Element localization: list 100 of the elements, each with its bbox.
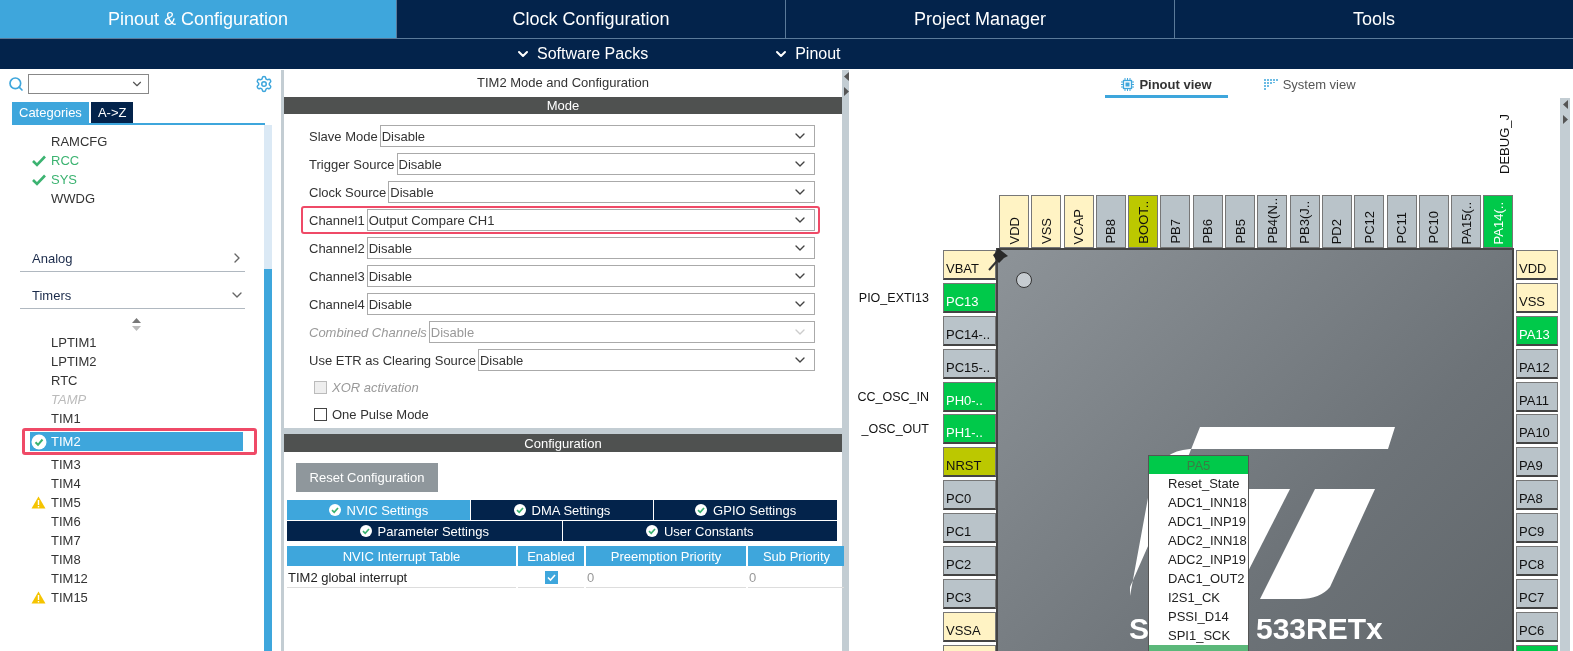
settings-tab[interactable]: GPIO Settings: [654, 500, 837, 520]
signal-label: CC_OSC_IN: [857, 389, 929, 404]
settings-tab[interactable]: User Constants: [562, 521, 837, 541]
expand-arrow-icon[interactable]: [844, 87, 849, 96]
pin[interactable]: VDD: [1516, 250, 1558, 280]
pin[interactable]: VBAT: [943, 250, 996, 280]
peripheral-item[interactable]: TIM1: [30, 409, 243, 428]
peripheral-item[interactable]: TIM3: [30, 455, 243, 474]
peripheral-item[interactable]: TIM4: [30, 474, 243, 493]
field-label: Channel2: [309, 240, 365, 256]
pin[interactable]: PC15-..: [943, 348, 996, 379]
dropdown[interactable]: Disable: [388, 181, 815, 203]
field-label: Channel3: [309, 268, 365, 284]
category-header[interactable]: Timers: [20, 272, 245, 309]
pin[interactable]: PB7: [1160, 195, 1191, 248]
pin[interactable]: PC11: [1386, 195, 1417, 248]
dropdown[interactable]: Disable: [396, 153, 815, 175]
pin[interactable]: VCAP: [1063, 195, 1094, 248]
check-circle-icon: [513, 504, 526, 516]
pin[interactable]: PD2: [1321, 195, 1352, 248]
pin[interactable]: PA11: [1516, 381, 1558, 412]
field-label: Trigger Source: [309, 156, 395, 172]
field-label: Clock Source: [309, 184, 387, 200]
scrollbar[interactable]: [1560, 98, 1570, 651]
pin[interactable]: PC7: [1516, 578, 1558, 609]
top-tab[interactable]: Clock Configuration: [397, 0, 785, 38]
category-header[interactable]: Analog: [20, 235, 245, 272]
pin[interactable]: PB8: [1095, 195, 1126, 248]
peripheral-item[interactable]: TIM8: [30, 550, 243, 569]
dropdown[interactable]: Output Compare CH1: [366, 209, 815, 231]
peripheral-item[interactable]: TIM6: [30, 512, 243, 531]
peripheral-item[interactable]: TIM7: [30, 531, 243, 550]
peripheral-item[interactable]: TIM15: [30, 588, 243, 607]
table-cell: TIM2 global interrupt: [287, 567, 516, 588]
menu-header: PA5: [1149, 456, 1248, 474]
pin[interactable]: PB4(N..: [1257, 195, 1288, 248]
view-tab[interactable]: System view: [1247, 75, 1372, 98]
pin[interactable]: PA15(..: [1451, 195, 1482, 248]
sort-icon[interactable]: [132, 318, 141, 331]
pin[interactable]: NRST: [943, 447, 996, 478]
pin[interactable]: VSS: [1516, 282, 1558, 313]
scrollbar[interactable]: [264, 125, 272, 651]
pin[interactable]: PB5: [1225, 195, 1256, 248]
dropdown[interactable]: Disable: [477, 349, 815, 371]
category-tab[interactable]: A->Z: [90, 102, 134, 123]
checkbox[interactable]: [314, 408, 327, 421]
signal-label: _OSC_OUT: [861, 422, 929, 437]
pin[interactable]: PA12: [1516, 348, 1558, 379]
pin[interactable]: PA10: [1516, 414, 1558, 445]
dropdown[interactable]: Disable: [379, 125, 815, 147]
peripheral-item[interactable]: LPTIM1: [30, 333, 243, 352]
pin[interactable]: PC8: [1516, 546, 1558, 576]
panel-title: TIM2 Mode and Configuration: [476, 73, 650, 92]
dropdown[interactable]: Disable: [366, 265, 815, 287]
pin[interactable]: PC0: [943, 480, 996, 511]
check-circle-icon: [695, 504, 708, 516]
pin[interactable]: PC6: [1516, 611, 1558, 642]
top-tab[interactable]: Tools: [1175, 0, 1573, 38]
checkbox-label: XOR activation: [332, 380, 419, 395]
view-tab[interactable]: Pinout view: [1105, 75, 1228, 98]
peripheral-item[interactable]: TIM12: [30, 569, 243, 588]
pin[interactable]: PC1: [943, 513, 996, 544]
collapse-arrow-icon[interactable]: [844, 72, 849, 81]
search-field[interactable]: [28, 74, 149, 94]
dropdown[interactable]: Disable: [366, 237, 815, 259]
pin[interactable]: PC12: [1354, 195, 1385, 248]
pin[interactable]: PC9: [1516, 513, 1558, 544]
top-tab[interactable]: Project Manager: [786, 0, 1174, 38]
pin[interactable]: BOOT..: [1128, 195, 1159, 248]
pin[interactable]: VDD: [999, 195, 1029, 248]
settings-icon[interactable]: [255, 75, 273, 93]
pin[interactable]: PC14-..: [943, 315, 996, 346]
checkbox[interactable]: [544, 570, 558, 584]
pin[interactable]: PA8: [1516, 480, 1558, 511]
menu-item[interactable]: Software Packs: [515, 45, 649, 63]
search-icon[interactable]: [8, 76, 24, 92]
pin[interactable]: VSSA: [943, 611, 996, 642]
peripheral-item[interactable]: LPTIM2: [30, 352, 243, 371]
pin[interactable]: PB6: [1192, 195, 1223, 248]
signal-label: PIO_EXTI13: [858, 290, 929, 305]
pin[interactable]: PC10: [1418, 195, 1449, 248]
settings-tab[interactable]: Parameter Settings: [287, 521, 562, 541]
peripheral-item[interactable]: TIM5: [30, 493, 243, 512]
dropdown[interactable]: Disable: [366, 293, 815, 315]
field-label: Channel1: [309, 212, 365, 228]
peripheral-item[interactable]: RAMCFG: [30, 132, 243, 151]
pin[interactable]: PA9: [1516, 447, 1558, 478]
pin[interactable]: PC3: [943, 578, 996, 609]
settings-tab[interactable]: DMA Settings: [470, 500, 654, 520]
signal-label: DEBUG_J: [1497, 114, 1512, 176]
pin[interactable]: PB3(J..: [1289, 195, 1320, 248]
menu-item[interactable]: Pinout: [773, 45, 841, 63]
pin[interactable]: VSS: [1031, 195, 1062, 248]
pin[interactable]: PC2: [943, 546, 996, 576]
field-label: Slave Mode: [309, 128, 378, 144]
check-circle-icon: [328, 504, 341, 516]
chip-label: S: [1129, 612, 1149, 646]
peripheral-item[interactable]: RTC: [30, 371, 243, 390]
chip-label: 533RETx: [1256, 612, 1383, 646]
peripheral-item[interactable]: WWDG: [30, 189, 243, 208]
